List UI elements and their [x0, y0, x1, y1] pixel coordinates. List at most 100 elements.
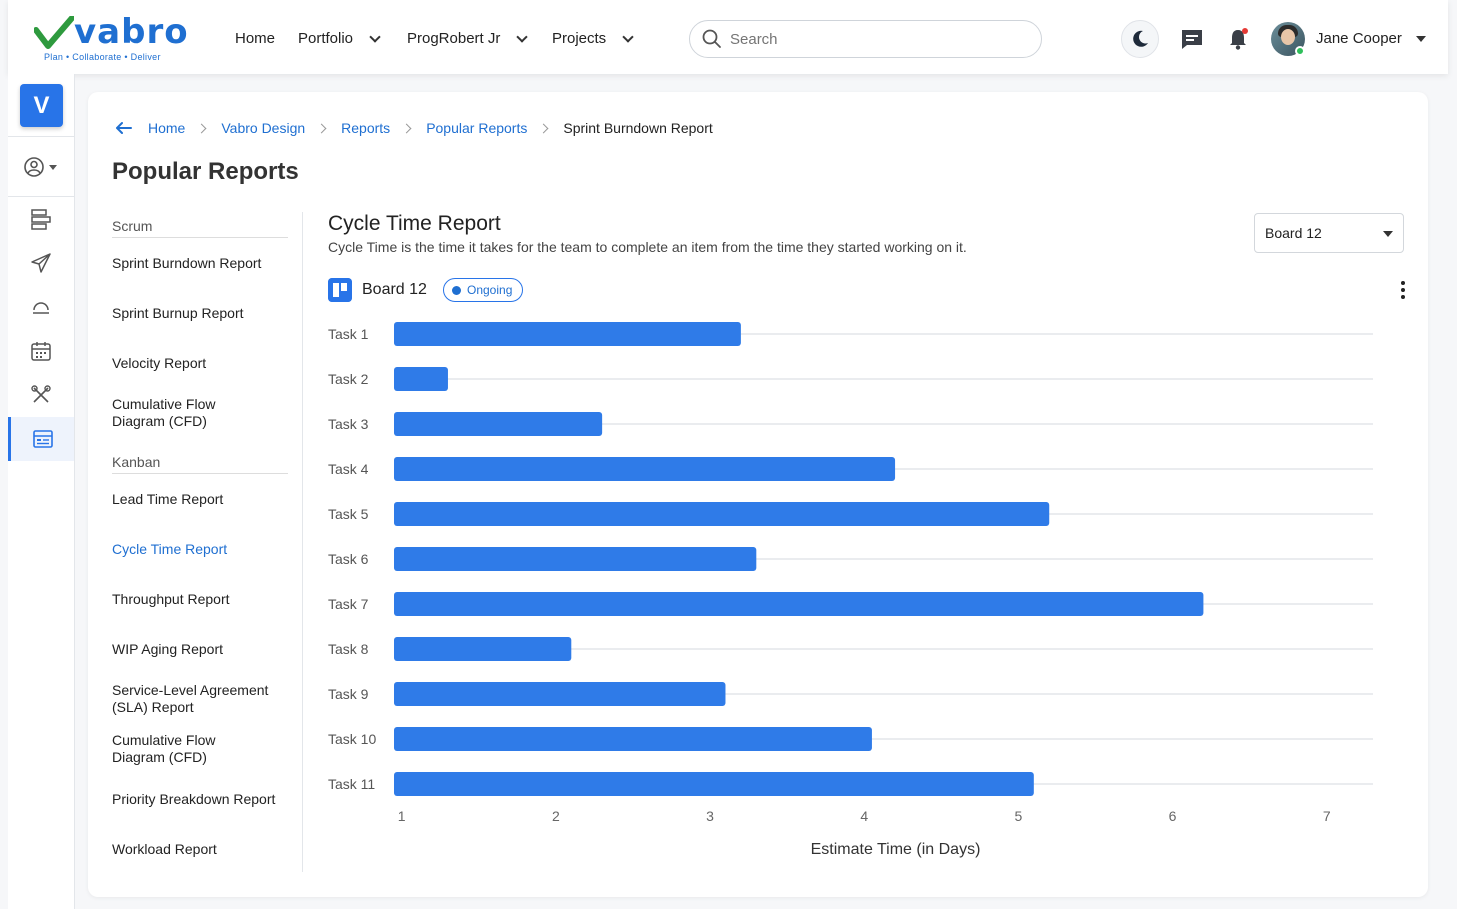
checkmark-logo-icon [34, 16, 74, 49]
caret-down-icon [1383, 231, 1393, 237]
nav-portfolio[interactable]: Portfolio [298, 30, 381, 47]
message-icon [1182, 30, 1202, 49]
moon-icon [1133, 30, 1148, 47]
bar[interactable] [394, 457, 896, 481]
status-label: Ongoing [467, 283, 513, 297]
bar[interactable] [394, 592, 1204, 616]
divider [302, 212, 303, 872]
section-kanban: Kanban [112, 454, 288, 474]
report-link[interactable]: Cumulative Flow Diagram (CFD) [112, 732, 232, 766]
refresh-icon [33, 302, 49, 314]
report-link[interactable]: Velocity Report [112, 355, 292, 372]
bar[interactable] [394, 412, 603, 436]
chevron-right-icon [401, 123, 412, 133]
report-link[interactable]: Sprint Burndown Report [112, 255, 292, 272]
search-box[interactable] [689, 20, 1042, 58]
brand-tagline: Plan • Collaborate • Deliver [44, 52, 161, 62]
status-badge: Ongoing [443, 278, 524, 302]
nav-home[interactable]: Home [235, 30, 275, 47]
nav-program[interactable]: ProgRobert Jr [407, 30, 529, 47]
breadcrumb-reports[interactable]: Reports [341, 120, 390, 136]
more-options-icon[interactable] [1393, 278, 1413, 302]
rail-backlog[interactable] [8, 199, 74, 239]
board-select-value: Board 12 [1265, 225, 1322, 241]
category-label: Task 9 [328, 686, 369, 702]
main-card: Home Vabro Design Reports Popular Report… [88, 92, 1428, 897]
page-title: Popular Reports [112, 158, 299, 185]
messages-button[interactable] [1173, 20, 1211, 58]
x-axis-label: Estimate Time (in Days) [811, 841, 981, 858]
nav-program-label: ProgRobert Jr [407, 30, 501, 47]
breadcrumb-popular-reports[interactable]: Popular Reports [426, 120, 527, 136]
chevron-right-icon [538, 123, 549, 133]
x-tick-label: 2 [552, 808, 560, 824]
bar[interactable] [394, 772, 1034, 796]
category-label: Task 2 [328, 371, 369, 387]
breadcrumb-home[interactable]: Home [148, 120, 185, 136]
breadcrumb-project[interactable]: Vabro Design [221, 120, 305, 136]
nav-projects-label: Projects [552, 30, 607, 47]
bar[interactable] [394, 727, 872, 751]
x-tick-label: 1 [398, 808, 406, 824]
board-name: Board 12 [362, 281, 427, 298]
online-status-dot [1295, 46, 1305, 56]
rail-send[interactable] [8, 243, 74, 283]
search-input[interactable] [730, 30, 1010, 48]
bar[interactable] [394, 502, 1050, 526]
report-link[interactable]: Cumulative Flow Diagram (CFD) [112, 396, 232, 430]
category-label: Task 3 [328, 416, 369, 432]
bar[interactable] [394, 682, 726, 706]
rail-reports[interactable] [8, 417, 74, 461]
calendar-icon [31, 342, 51, 361]
chevron-right-icon [196, 123, 207, 133]
top-bar: vabro Plan • Collaborate • Deliver Home … [8, 0, 1448, 74]
theme-toggle-button[interactable] [1121, 20, 1159, 58]
category-label: Task 8 [328, 641, 369, 657]
vabro-logo[interactable]: vabro Plan • Collaborate • Deliver [34, 12, 194, 64]
section-scrum: Scrum [112, 218, 288, 238]
report-link[interactable]: Priority Breakdown Report [112, 791, 292, 808]
reports-icon [32, 430, 53, 448]
chevron-down-icon [369, 30, 381, 43]
bar[interactable] [394, 322, 741, 346]
report-link[interactable]: Throughput Report [112, 591, 292, 608]
report-link-active[interactable]: Cycle Time Report [112, 541, 292, 558]
board-icon [328, 278, 352, 302]
rail-tools[interactable] [8, 375, 74, 415]
x-tick-label: 6 [1169, 808, 1177, 824]
report-link[interactable]: Service-Level Agreement (SLA) Report [112, 682, 290, 716]
notifications-button[interactable] [1219, 20, 1257, 58]
board-select[interactable]: Board 12 [1254, 213, 1404, 253]
chevron-down-icon [622, 30, 634, 43]
user-menu[interactable]: Jane Cooper [1316, 30, 1426, 47]
back-arrow-icon[interactable] [114, 120, 134, 136]
category-label: Task 6 [328, 551, 369, 567]
user-circle-icon [24, 157, 57, 177]
user-name: Jane Cooper [1316, 30, 1402, 47]
nav-home-label: Home [235, 30, 276, 47]
report-link[interactable]: WIP Aging Report [112, 641, 292, 658]
x-tick-label: 4 [860, 808, 868, 824]
report-link[interactable]: Sprint Burnup Report [112, 305, 292, 322]
bar[interactable] [394, 547, 757, 571]
category-label: Task 4 [328, 461, 369, 477]
x-tick-label: 7 [1323, 808, 1331, 824]
caret-down-icon [1415, 35, 1426, 42]
report-link[interactable]: Workload Report [112, 841, 292, 858]
rail-cycle[interactable] [8, 287, 74, 327]
bar[interactable] [394, 637, 572, 661]
rail-calendar[interactable] [8, 331, 74, 371]
nav-projects[interactable]: Projects [552, 30, 634, 47]
bar[interactable] [394, 367, 448, 391]
breadcrumb: Home Vabro Design Reports Popular Report… [114, 120, 713, 136]
category-label: Task 11 [328, 776, 375, 792]
x-tick-label: 5 [1015, 808, 1023, 824]
report-link[interactable]: Lead Time Report [112, 491, 292, 508]
backlog-icon [31, 209, 51, 230]
workspace-badge[interactable]: V [20, 84, 63, 127]
profile-menu[interactable] [8, 147, 74, 187]
breadcrumb-current: Sprint Burndown Report [563, 120, 713, 136]
x-tick-label: 3 [706, 808, 714, 824]
search-icon [702, 29, 721, 48]
bell-icon [1230, 28, 1248, 50]
